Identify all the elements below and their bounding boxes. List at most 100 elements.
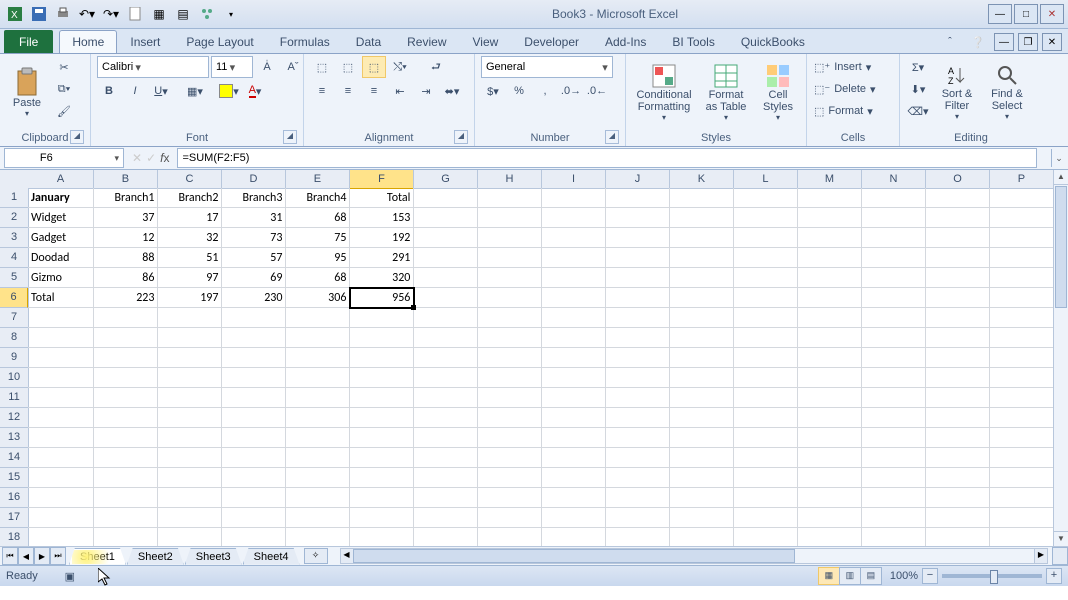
tab-nav-prev[interactable]: ◀: [18, 547, 34, 565]
cell[interactable]: [798, 328, 862, 348]
cell[interactable]: 291: [350, 248, 414, 268]
cell[interactable]: 68: [286, 268, 350, 288]
cell[interactable]: [478, 368, 542, 388]
increase-font-button[interactable]: A̍: [255, 56, 279, 78]
cell[interactable]: [158, 348, 222, 368]
cell[interactable]: 320: [350, 268, 414, 288]
cell[interactable]: [670, 268, 734, 288]
minimize-ribbon-icon[interactable]: ˆ: [938, 31, 962, 53]
cell[interactable]: [670, 208, 734, 228]
cell[interactable]: [158, 368, 222, 388]
cell[interactable]: [414, 388, 478, 408]
cell[interactable]: [862, 248, 926, 268]
cell[interactable]: [286, 388, 350, 408]
cell[interactable]: [542, 208, 606, 228]
cell[interactable]: [862, 528, 926, 547]
cell[interactable]: 95: [286, 248, 350, 268]
cell[interactable]: [606, 348, 670, 368]
cell[interactable]: [414, 288, 478, 308]
cell[interactable]: [414, 368, 478, 388]
insert-tab[interactable]: Insert: [117, 30, 173, 53]
cell[interactable]: 97: [158, 268, 222, 288]
cell[interactable]: Gadget: [28, 228, 94, 248]
name-box[interactable]: F6▾: [4, 148, 124, 168]
cell[interactable]: Total: [350, 188, 414, 208]
cell[interactable]: Branch3: [222, 188, 286, 208]
cell[interactable]: [989, 528, 1053, 547]
find-select-button[interactable]: Find & Select▾: [984, 56, 1030, 126]
row-header[interactable]: 9: [0, 348, 28, 368]
cell[interactable]: 51: [158, 248, 222, 268]
cell[interactable]: [94, 528, 158, 547]
cell[interactable]: [414, 208, 478, 228]
page-break-view-button[interactable]: ▤: [860, 567, 882, 585]
cell[interactable]: [478, 268, 542, 288]
cell[interactable]: [478, 388, 542, 408]
cell[interactable]: [414, 268, 478, 288]
cell[interactable]: [542, 248, 606, 268]
review-tab[interactable]: Review: [394, 30, 459, 53]
cell[interactable]: 230: [222, 288, 286, 308]
cell[interactable]: [350, 428, 414, 448]
cell[interactable]: [798, 348, 862, 368]
cell[interactable]: 69: [222, 268, 286, 288]
cell[interactable]: [734, 288, 798, 308]
cell[interactable]: [414, 228, 478, 248]
cell[interactable]: [926, 468, 990, 488]
cell[interactable]: [414, 468, 478, 488]
clipboard-launcher[interactable]: ◢: [70, 130, 84, 144]
comma-format-button[interactable]: ,: [533, 80, 557, 102]
close-button[interactable]: ✕: [1040, 4, 1064, 24]
percent-format-button[interactable]: %: [507, 80, 531, 102]
cell[interactable]: [478, 488, 542, 508]
sort-filter-button[interactable]: AZ Sort & Filter▾: [934, 56, 980, 126]
paste-button[interactable]: Paste▾: [6, 56, 48, 126]
cell[interactable]: [606, 388, 670, 408]
sheet-tab[interactable]: Sheet2: [127, 548, 184, 565]
cell[interactable]: [926, 308, 990, 328]
cell[interactable]: [94, 348, 158, 368]
cell[interactable]: [350, 328, 414, 348]
cell[interactable]: [734, 388, 798, 408]
cell[interactable]: 32: [158, 228, 222, 248]
new-sheet-button[interactable]: ✧: [304, 548, 328, 564]
zoom-label[interactable]: 100%: [890, 570, 918, 582]
cell[interactable]: [28, 428, 94, 448]
cell[interactable]: [478, 448, 542, 468]
print-preview-icon[interactable]: [52, 3, 74, 25]
cell[interactable]: [734, 268, 798, 288]
cell[interactable]: [158, 428, 222, 448]
cell[interactable]: January: [28, 188, 94, 208]
cell[interactable]: [734, 208, 798, 228]
column-header[interactable]: A: [28, 170, 94, 188]
maximize-button[interactable]: □: [1014, 4, 1038, 24]
hscroll-thumb[interactable]: [353, 549, 795, 563]
cell[interactable]: [862, 368, 926, 388]
cell[interactable]: [862, 448, 926, 468]
align-center-button[interactable]: ≡: [336, 80, 360, 102]
cell[interactable]: [606, 188, 670, 208]
cell[interactable]: [478, 188, 542, 208]
cell[interactable]: [862, 188, 926, 208]
cell[interactable]: [606, 288, 670, 308]
decrease-indent-button[interactable]: ⇤: [388, 80, 412, 102]
cell[interactable]: [926, 508, 990, 528]
cell[interactable]: [926, 268, 990, 288]
cell[interactable]: [542, 348, 606, 368]
number-launcher[interactable]: ◢: [605, 130, 619, 144]
macro-record-button[interactable]: ▣: [58, 565, 82, 587]
cut-button[interactable]: ✂: [52, 56, 76, 78]
cell[interactable]: [798, 308, 862, 328]
bitools-tab[interactable]: BI Tools: [659, 30, 727, 53]
row-header[interactable]: 2: [0, 208, 28, 228]
cell[interactable]: [542, 468, 606, 488]
cell[interactable]: 223: [94, 288, 158, 308]
qat-btn-3[interactable]: [196, 3, 218, 25]
undo-icon[interactable]: ↶▾: [76, 3, 98, 25]
cell[interactable]: [606, 448, 670, 468]
cell[interactable]: [350, 528, 414, 547]
fill-color-button[interactable]: ▾: [217, 80, 241, 102]
addins-tab[interactable]: Add-Ins: [592, 30, 659, 53]
cell[interactable]: [414, 528, 478, 547]
column-header[interactable]: C: [158, 170, 222, 188]
